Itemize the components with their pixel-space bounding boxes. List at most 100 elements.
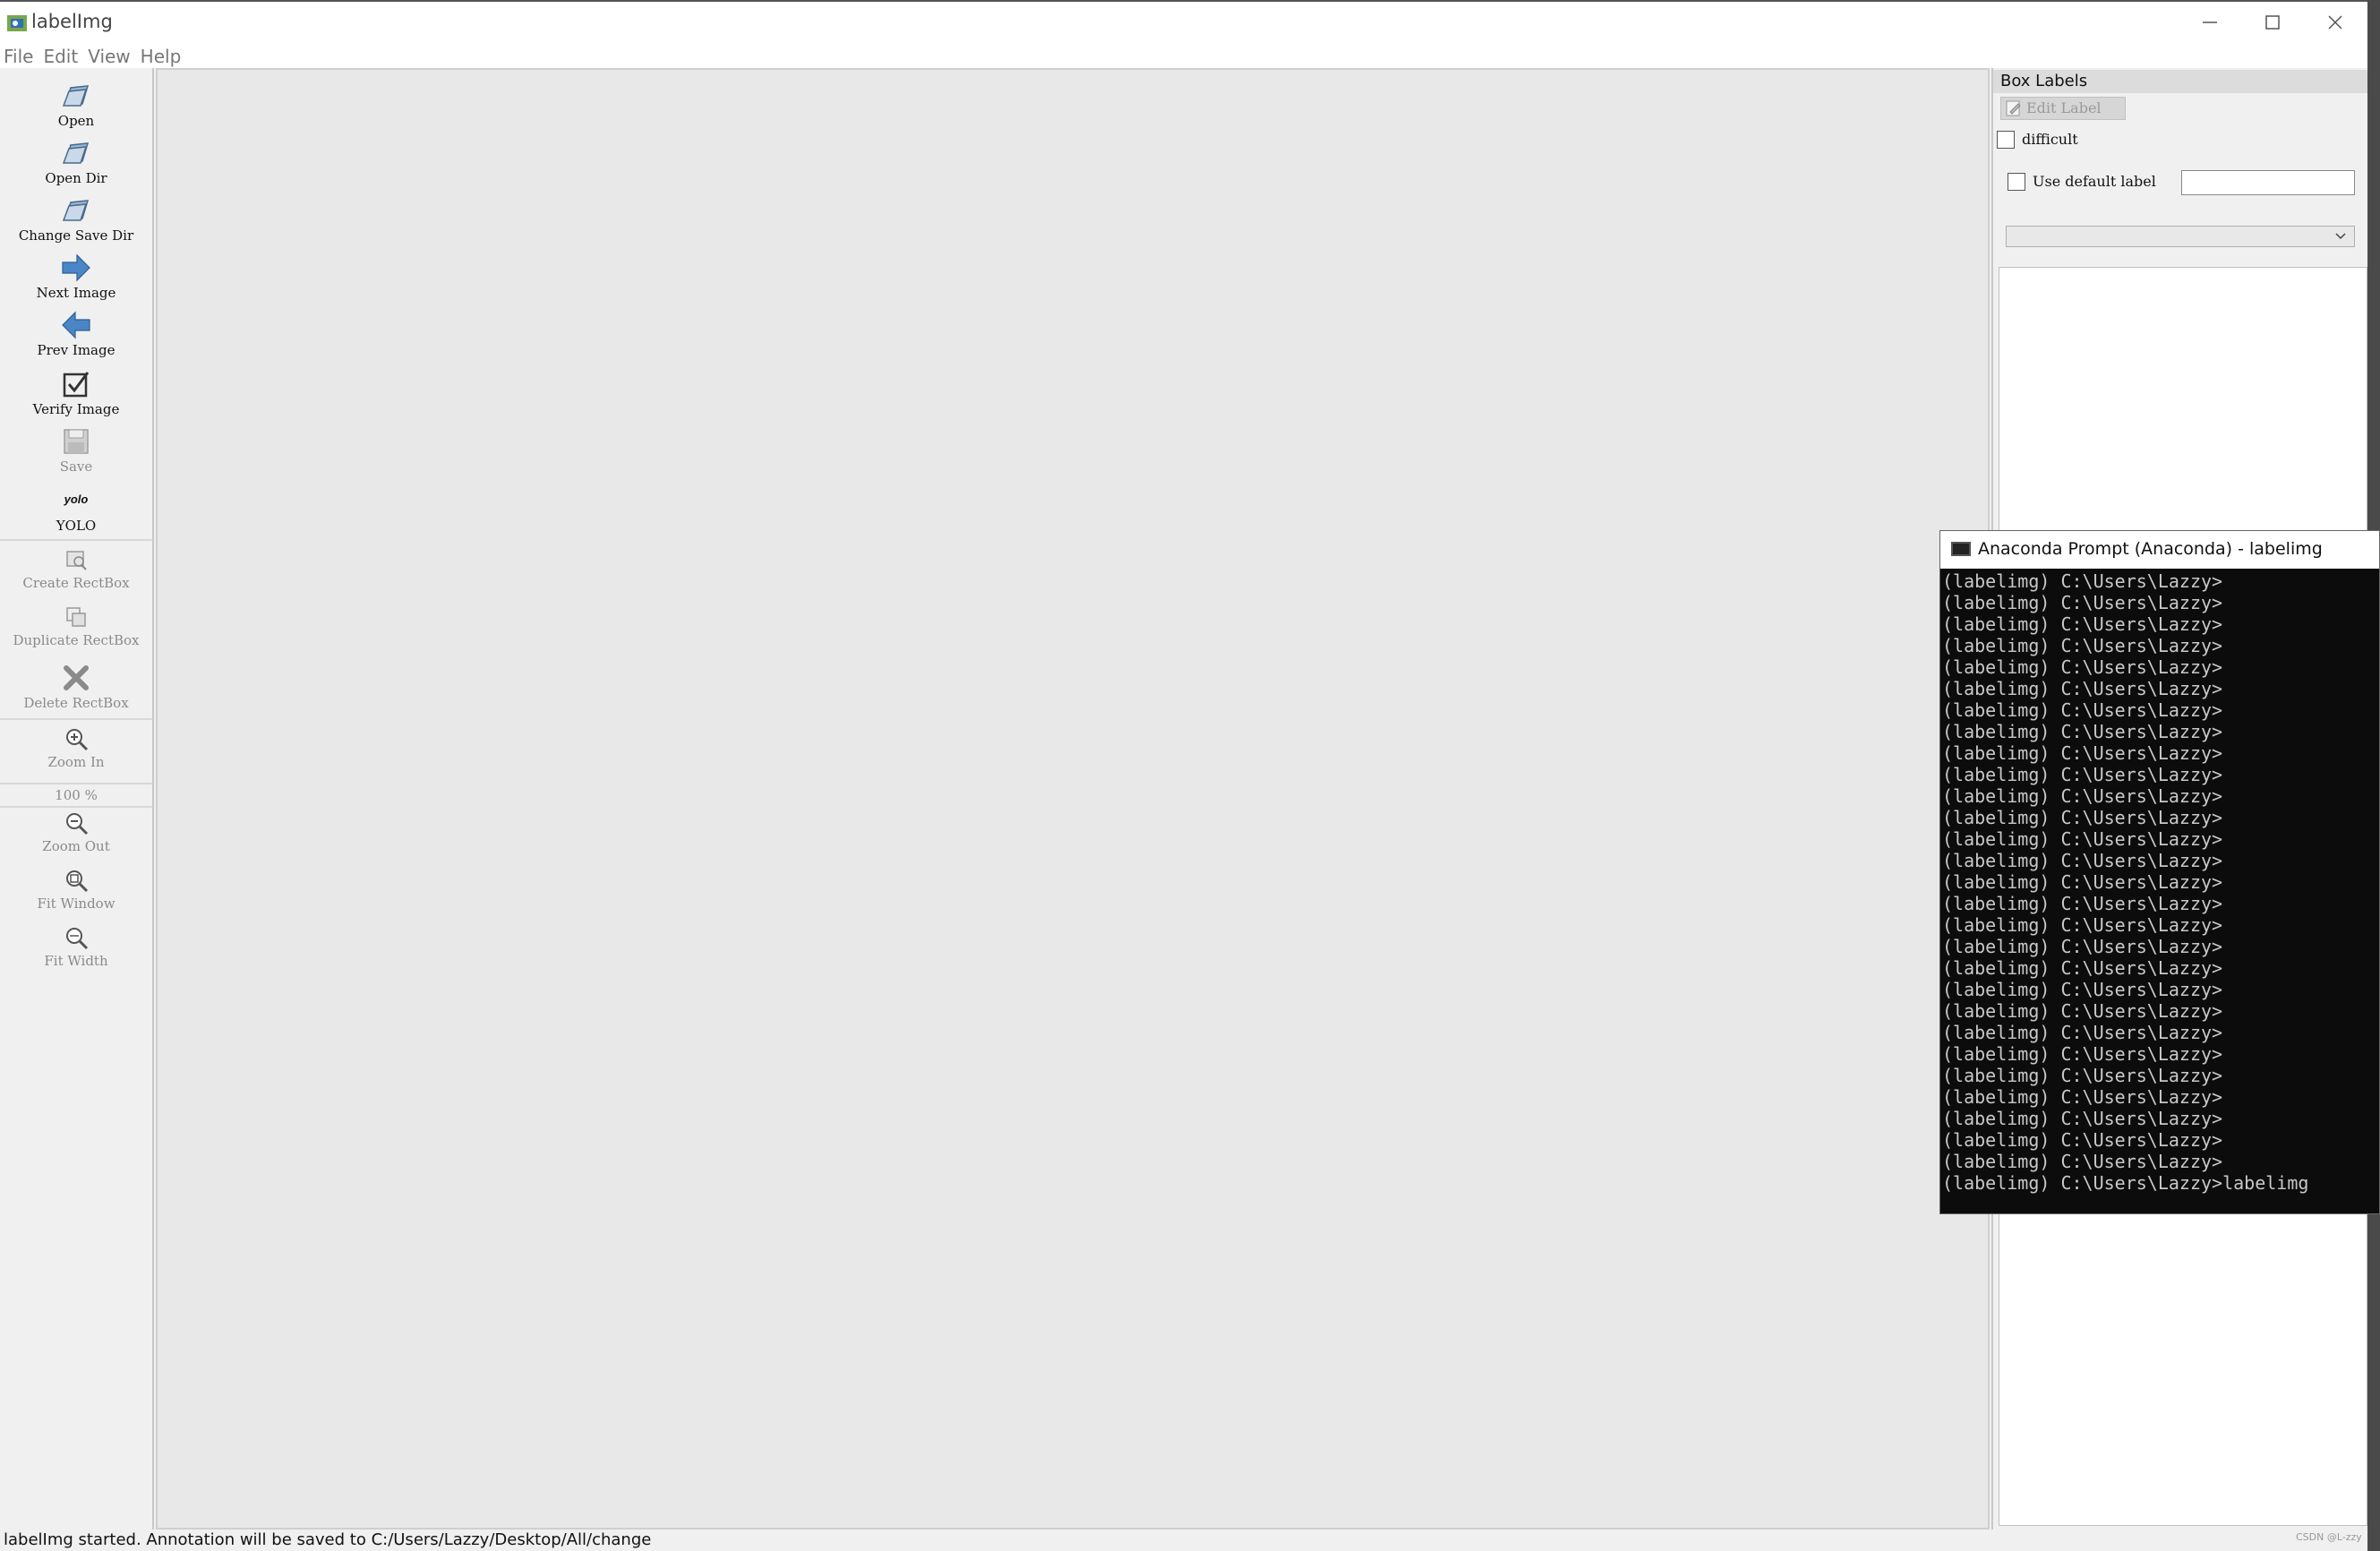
terminal-line: (labelimg) C:\Users\Lazzy>: [1942, 936, 2223, 957]
duplicate-rectbox-icon: [66, 607, 86, 627]
terminal-line: (labelimg) C:\Users\Lazzy>: [1942, 570, 2223, 592]
terminal-line: (labelimg) C:\Users\Lazzy>: [1942, 678, 2223, 699]
fit-window-label: Fit Window: [37, 895, 116, 912]
duplicate-rectbox-label: Duplicate RectBox: [13, 632, 140, 648]
fit-width-button[interactable]: Fit Width: [0, 924, 152, 969]
terminal-line: (labelimg) C:\Users\Lazzy>: [1942, 1065, 2223, 1086]
terminal-output[interactable]: (labelimg) C:\Users\Lazzy> (labelimg) C:\…: [1940, 570, 2379, 1213]
terminal-line: (labelimg) C:\Users\Lazzy>: [1942, 764, 2223, 785]
close-icon: [2328, 15, 2342, 30]
default-label-input[interactable]: [2181, 170, 2355, 195]
verify-image-label: Verify Image: [32, 401, 120, 417]
edit-pencil-icon: [2006, 100, 2021, 116]
verify-image-button[interactable]: Verify Image: [0, 369, 152, 417]
labelimg-app-icon: [7, 15, 27, 31]
zoom-out-icon: [66, 813, 89, 835]
zoom-in-button[interactable]: Zoom In: [0, 725, 152, 770]
terminal-title: Anaconda Prompt (Anaconda) - labelimg: [1978, 539, 2323, 559]
terminal-line: (labelimg) C:\Users\Lazzy>: [1942, 871, 2223, 893]
delete-rectbox-button[interactable]: Delete RectBox: [0, 663, 152, 711]
terminal-line: (labelimg) C:\Users\Lazzy>: [1942, 914, 2223, 936]
toolbar-separator: [0, 539, 152, 541]
anaconda-prompt-window[interactable]: Anaconda Prompt (Anaconda) - labelimg (l…: [1939, 530, 2380, 1214]
format-label: YOLO: [56, 518, 97, 534]
open-button[interactable]: Open: [0, 81, 152, 129]
prev-image-label: Prev Image: [37, 342, 116, 358]
status-message: labelImg started. Annotation will be sav…: [4, 1530, 652, 1549]
menu-edit[interactable]: Edit: [39, 45, 84, 68]
checkbox-verify-icon: [63, 372, 90, 398]
create-rectbox-icon: [66, 551, 87, 570]
fit-window-button[interactable]: Fit Window: [0, 867, 152, 912]
use-default-label-checkbox[interactable]: [2008, 173, 2025, 191]
next-image-button[interactable]: Next Image: [0, 253, 152, 301]
zoom-out-button[interactable]: Zoom Out: [0, 810, 152, 854]
terminal-line: (labelimg) C:\Users\Lazzy>: [1942, 1043, 2223, 1065]
edit-label-button[interactable]: Edit Label: [2000, 97, 2126, 120]
change-save-dir-icon: [62, 200, 90, 221]
open-folder-icon: [62, 85, 90, 107]
window-title: labelImg: [31, 11, 113, 32]
terminal-line: (labelimg) C:\Users\Lazzy>: [1942, 721, 2223, 742]
terminal-line: (labelimg) C:\Users\Lazzy>: [1942, 807, 2223, 828]
image-canvas[interactable]: [156, 68, 1990, 1530]
format-yolo-button[interactable]: yolo YOLO: [0, 489, 152, 534]
terminal-line: (labelimg) C:\Users\Lazzy>: [1942, 1108, 2223, 1129]
change-save-dir-label: Change Save Dir: [18, 227, 134, 244]
terminal-line: (labelimg) C:\Users\Lazzy>: [1942, 828, 2223, 850]
open-dir-button[interactable]: Open Dir: [0, 138, 152, 186]
arrow-left-icon: [62, 311, 90, 339]
delete-rectbox-label: Delete RectBox: [23, 695, 129, 711]
terminal-title-bar[interactable]: Anaconda Prompt (Anaconda) - labelimg: [1940, 531, 2379, 569]
menu-file[interactable]: File: [0, 45, 39, 68]
edit-label-text: Edit Label: [2026, 99, 2102, 116]
menu-help[interactable]: Help: [137, 45, 188, 68]
difficult-label: difficult: [2022, 131, 2078, 148]
create-rectbox-button[interactable]: Create RectBox: [0, 546, 152, 591]
arrow-right-icon: [62, 253, 90, 282]
terminal-line: (labelimg) C:\Users\Lazzy>: [1942, 656, 2223, 678]
prev-image-button[interactable]: Prev Image: [0, 310, 152, 358]
toolbar-separator: [0, 806, 152, 808]
maximize-icon: [2265, 15, 2280, 30]
terminal-line: (labelimg) C:\Users\Lazzy>: [1942, 699, 2223, 721]
duplicate-rectbox-button[interactable]: Duplicate RectBox: [0, 604, 152, 648]
next-image-label: Next Image: [36, 285, 116, 301]
use-default-label-text: Use default label: [2033, 173, 2156, 190]
terminal-line: (labelimg) C:\Users\Lazzy>: [1942, 613, 2223, 635]
label-combo-box[interactable]: [2006, 226, 2355, 247]
dock-title: Box Labels: [1993, 70, 2367, 93]
minimize-button[interactable]: [2183, 7, 2237, 38]
yolo-icon: yolo: [64, 493, 89, 506]
zoom-level-spinbox[interactable]: 100 %: [0, 785, 152, 805]
open-label: Open: [57, 113, 95, 129]
close-button[interactable]: [2308, 7, 2362, 38]
toolbar: Open Open Dir Change Save Dir Next Image…: [0, 68, 154, 1530]
status-bar: labelImg started. Annotation will be sav…: [0, 1530, 2367, 1551]
terminal-line: (labelimg) C:\Users\Lazzy>: [1942, 1129, 2223, 1151]
create-rectbox-label: Create RectBox: [22, 575, 130, 591]
terminal-line: (labelimg) C:\Users\Lazzy>: [1942, 742, 2223, 764]
toolbar-separator: [0, 718, 152, 720]
zoom-level-value: 100 %: [55, 787, 98, 803]
chevron-down-icon: [2335, 233, 2346, 240]
change-save-dir-button[interactable]: Change Save Dir: [0, 195, 152, 244]
terminal-line: (labelimg) C:\Users\Lazzy>: [1942, 785, 2223, 807]
terminal-line: (labelimg) C:\Users\Lazzy>labelimg: [1942, 1172, 2309, 1194]
maximize-button[interactable]: [2246, 7, 2299, 38]
terminal-line: (labelimg) C:\Users\Lazzy>: [1942, 1086, 2223, 1108]
save-disk-icon: [64, 429, 89, 454]
zoom-in-label: Zoom In: [47, 754, 105, 770]
terminal-line: (labelimg) C:\Users\Lazzy>: [1942, 1151, 2223, 1172]
open-dir-icon: [62, 142, 90, 164]
terminal-line: (labelimg) C:\Users\Lazzy>: [1942, 1000, 2223, 1022]
terminal-icon: [1951, 542, 1971, 556]
delete-x-icon: [64, 665, 89, 690]
minimize-icon: [2203, 21, 2217, 23]
difficult-checkbox[interactable]: [1997, 131, 2015, 149]
fit-width-label: Fit Width: [44, 953, 108, 969]
menu-view[interactable]: View: [84, 45, 136, 68]
terminal-line: (labelimg) C:\Users\Lazzy>: [1942, 1022, 2223, 1043]
save-button[interactable]: Save: [0, 426, 152, 475]
toolbar-separator: [0, 783, 152, 784]
